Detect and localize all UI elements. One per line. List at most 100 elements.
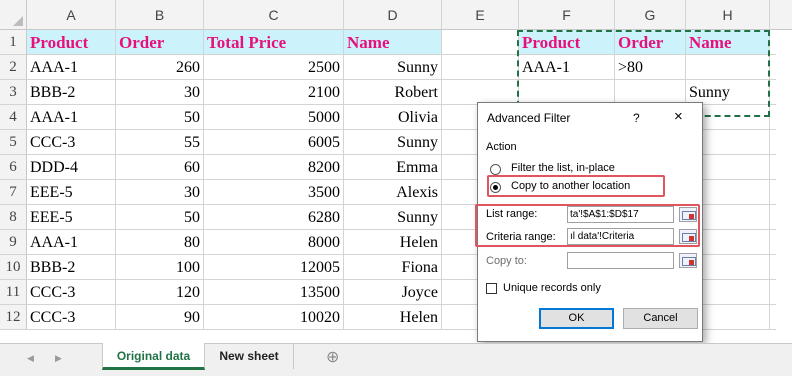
grid-cell[interactable] bbox=[770, 30, 776, 55]
copy-to-location-option[interactable]: Copy to another location bbox=[490, 180, 660, 194]
grid-cell[interactable]: 100 bbox=[116, 255, 204, 280]
row-header[interactable]: 8 bbox=[0, 205, 27, 230]
copy-to-input[interactable] bbox=[567, 252, 674, 269]
row-header[interactable]: 2 bbox=[0, 55, 27, 80]
copy-to-location-radio[interactable] bbox=[490, 182, 501, 193]
column-header-g[interactable]: G bbox=[615, 0, 686, 30]
grid-cell[interactable] bbox=[770, 80, 776, 105]
column-header-f[interactable]: F bbox=[519, 0, 615, 30]
column-header-d[interactable]: D bbox=[344, 0, 442, 30]
grid-cell[interactable]: 12005 bbox=[204, 255, 344, 280]
grid-cell[interactable]: Helen bbox=[344, 305, 442, 330]
grid-cell[interactable]: Total Price bbox=[204, 30, 344, 55]
sheet-tab-original-data[interactable]: Original data bbox=[102, 343, 205, 370]
grid-cell[interactable] bbox=[442, 30, 519, 55]
column-header-a[interactable]: A bbox=[27, 0, 116, 30]
grid-cell[interactable]: 30 bbox=[116, 180, 204, 205]
row-header[interactable]: 12 bbox=[0, 305, 27, 330]
grid-cell[interactable]: 2100 bbox=[204, 80, 344, 105]
grid-cell[interactable]: 10020 bbox=[204, 305, 344, 330]
close-button[interactable]: × bbox=[674, 108, 683, 125]
grid-cell[interactable]: DDD-4 bbox=[27, 155, 116, 180]
grid-cell[interactable]: AAA-1 bbox=[27, 105, 116, 130]
filter-in-place-radio[interactable] bbox=[490, 164, 501, 175]
column-header-e[interactable]: E bbox=[442, 0, 519, 30]
list-range-input[interactable]: ta'!$A$1:$D$17 bbox=[567, 206, 674, 223]
grid-cell[interactable]: Robert bbox=[344, 80, 442, 105]
sheet-tab-new-sheet[interactable]: New sheet bbox=[205, 343, 294, 369]
list-range-picker-icon[interactable] bbox=[679, 207, 697, 222]
grid-cell[interactable]: Fiona bbox=[344, 255, 442, 280]
grid-cell[interactable]: CCC-3 bbox=[27, 280, 116, 305]
grid-cell[interactable]: Helen bbox=[344, 230, 442, 255]
grid-cell[interactable]: Emma bbox=[344, 155, 442, 180]
column-header-h[interactable]: H bbox=[686, 0, 770, 30]
row-header[interactable]: 4 bbox=[0, 105, 27, 130]
grid-cell[interactable] bbox=[770, 305, 776, 330]
grid-cell[interactable]: 13500 bbox=[204, 280, 344, 305]
grid-cell[interactable]: BBB-2 bbox=[27, 255, 116, 280]
next-sheet-icon[interactable]: ▶ bbox=[55, 353, 62, 364]
grid-cell[interactable] bbox=[770, 105, 776, 130]
grid-cell[interactable]: 3500 bbox=[204, 180, 344, 205]
column-header-c[interactable]: C bbox=[204, 0, 344, 30]
unique-records-option[interactable]: Unique records only bbox=[486, 282, 656, 296]
grid-cell[interactable] bbox=[770, 155, 776, 180]
grid-cell[interactable]: 80 bbox=[116, 230, 204, 255]
grid-cell[interactable]: 6280 bbox=[204, 205, 344, 230]
grid-cell[interactable] bbox=[770, 255, 776, 280]
grid-cell[interactable]: 6005 bbox=[204, 130, 344, 155]
ok-button[interactable]: OK bbox=[539, 308, 614, 329]
column-header-b[interactable]: B bbox=[116, 0, 204, 30]
grid-cell[interactable]: 120 bbox=[116, 280, 204, 305]
grid-cell[interactable]: 90 bbox=[116, 305, 204, 330]
grid-cell[interactable]: Joyce bbox=[344, 280, 442, 305]
row-header[interactable]: 10 bbox=[0, 255, 27, 280]
help-button[interactable]: ? bbox=[633, 111, 640, 125]
grid-cell[interactable]: Olivia bbox=[344, 105, 442, 130]
row-header[interactable]: 7 bbox=[0, 180, 27, 205]
grid-cell[interactable]: 8000 bbox=[204, 230, 344, 255]
grid-cell[interactable]: Alexis bbox=[344, 180, 442, 205]
grid-cell[interactable] bbox=[770, 205, 776, 230]
row-header[interactable]: 5 bbox=[0, 130, 27, 155]
grid-cell[interactable]: 60 bbox=[116, 155, 204, 180]
grid-cell[interactable] bbox=[770, 130, 776, 155]
grid-cell[interactable]: Sunny bbox=[344, 205, 442, 230]
grid-cell[interactable]: Name bbox=[344, 30, 442, 55]
grid-cell[interactable]: EEE-5 bbox=[27, 180, 116, 205]
grid-cell[interactable]: AAA-1 bbox=[27, 230, 116, 255]
grid-cell[interactable]: Sunny bbox=[344, 55, 442, 80]
grid-cell[interactable]: 5000 bbox=[204, 105, 344, 130]
add-sheet-icon[interactable]: ⊕ bbox=[326, 347, 339, 367]
grid-cell[interactable]: CCC-3 bbox=[27, 130, 116, 155]
grid-cell[interactable]: EEE-5 bbox=[27, 205, 116, 230]
select-all-corner[interactable] bbox=[0, 0, 27, 30]
grid-cell[interactable] bbox=[770, 180, 776, 205]
row-header[interactable]: 1 bbox=[0, 30, 27, 55]
row-header[interactable]: 6 bbox=[0, 155, 27, 180]
row-header[interactable]: 11 bbox=[0, 280, 27, 305]
prev-sheet-icon[interactable]: ◀ bbox=[27, 353, 34, 364]
grid-cell[interactable] bbox=[770, 280, 776, 305]
grid-cell[interactable]: AAA-1 bbox=[27, 55, 116, 80]
grid-cell[interactable]: Product bbox=[27, 30, 116, 55]
criteria-range-input[interactable]: ıl data'!Criteria bbox=[567, 228, 674, 245]
unique-records-checkbox[interactable] bbox=[486, 283, 497, 294]
criteria-range-picker-icon[interactable] bbox=[679, 229, 697, 244]
grid-cell[interactable] bbox=[770, 230, 776, 255]
copy-to-picker-icon[interactable] bbox=[679, 253, 697, 268]
grid-cell[interactable] bbox=[442, 55, 519, 80]
grid-cell[interactable]: 50 bbox=[116, 205, 204, 230]
grid-cell[interactable]: Sunny bbox=[344, 130, 442, 155]
row-header[interactable]: 3 bbox=[0, 80, 27, 105]
grid-cell[interactable]: 260 bbox=[116, 55, 204, 80]
filter-in-place-option[interactable]: Filter the list, in-place bbox=[490, 162, 690, 176]
cancel-button[interactable]: Cancel bbox=[623, 308, 698, 329]
grid-cell[interactable]: CCC-3 bbox=[27, 305, 116, 330]
row-header[interactable]: 9 bbox=[0, 230, 27, 255]
grid-cell[interactable]: 55 bbox=[116, 130, 204, 155]
grid-cell[interactable]: 50 bbox=[116, 105, 204, 130]
grid-cell[interactable]: 2500 bbox=[204, 55, 344, 80]
grid-cell[interactable]: Order bbox=[116, 30, 204, 55]
